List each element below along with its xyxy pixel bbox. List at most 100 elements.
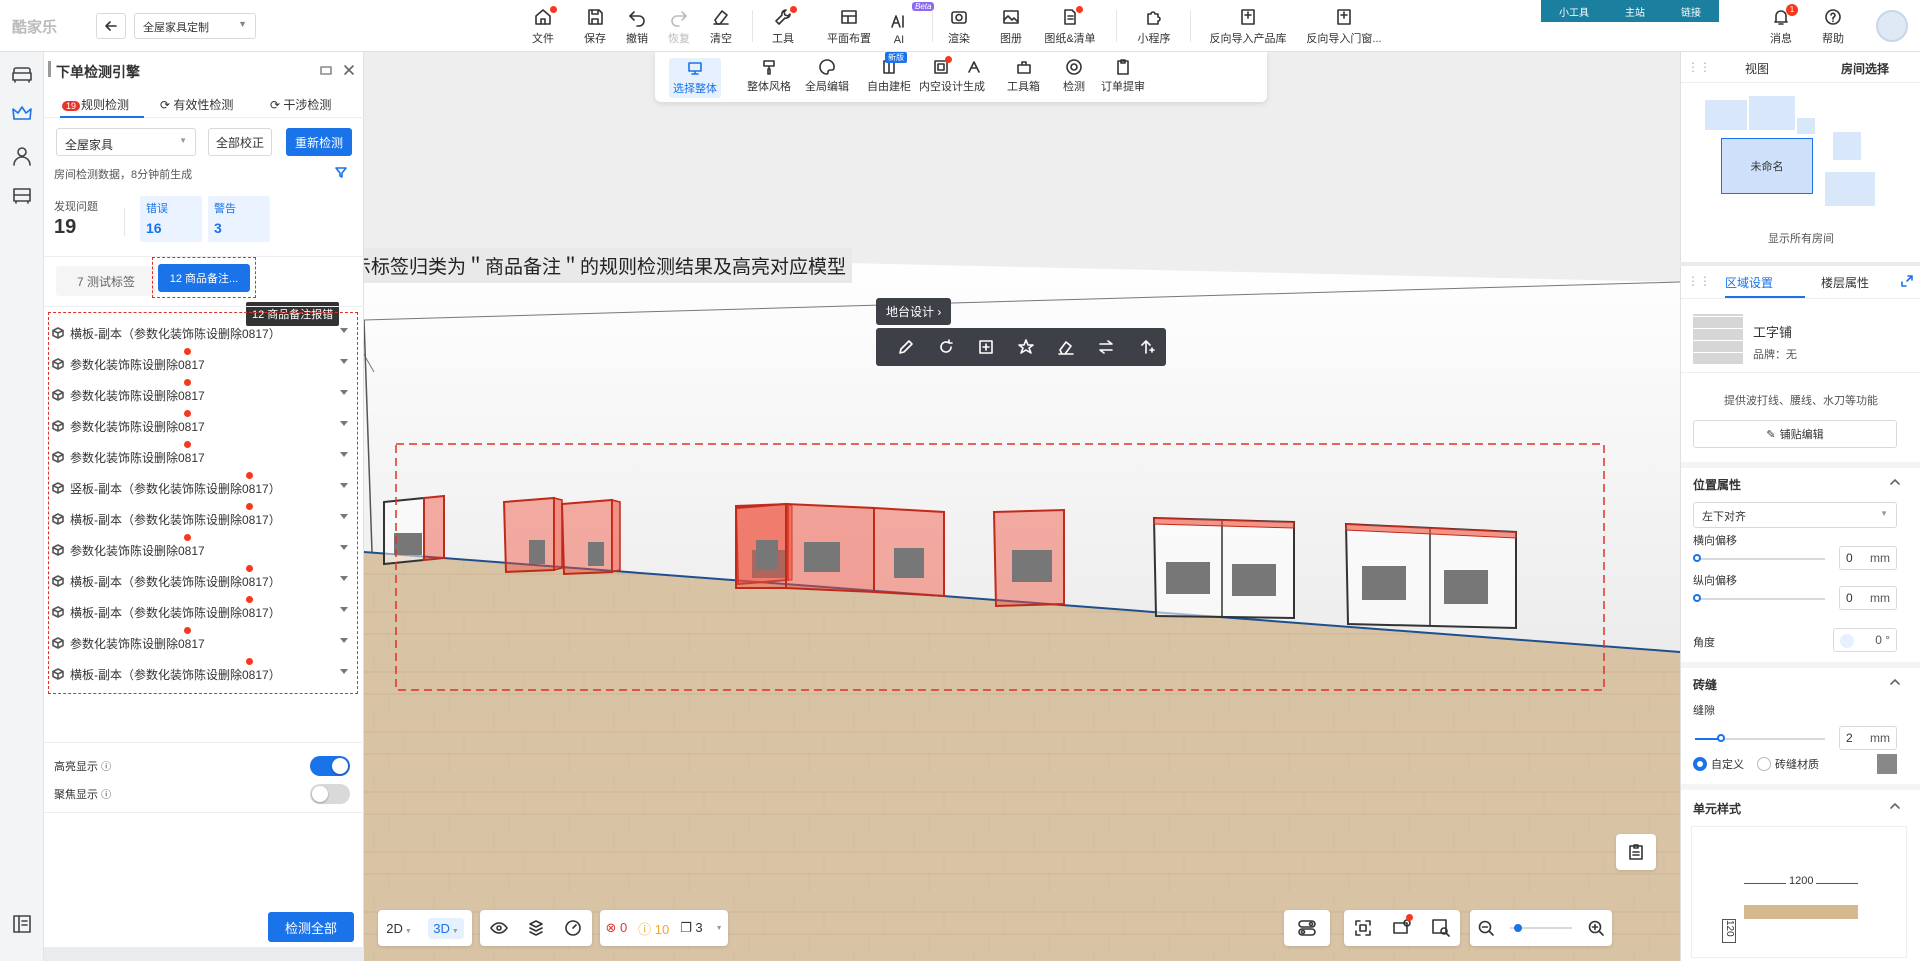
project-select[interactable]: 全屋家具定制 ▼ [134,13,256,39]
focus-toggle[interactable] [310,784,350,804]
room-thumb[interactable] [1797,118,1815,134]
room-thumb[interactable] [1825,172,1875,206]
chevron-down-icon[interactable] [340,421,348,426]
filter-icon[interactable] [334,165,348,179]
chevron-down-icon[interactable] [340,483,348,488]
subtool-select-whole[interactable]: 选择整体 [669,58,721,98]
gauge-icon[interactable] [564,919,582,937]
drag-handle[interactable]: ⋮⋮ [1687,60,1711,74]
gap-slider[interactable] [1695,734,1825,742]
h-offset-slider[interactable] [1693,554,1825,562]
panel-toggle-icon[interactable] [10,912,34,936]
zoom-slider[interactable] [1509,924,1572,932]
flip-icon[interactable] [1097,338,1115,356]
view-2d-button[interactable]: 2D ▼ [386,921,412,936]
cabinet-3[interactable] [560,498,621,576]
main-site-link[interactable]: 主站 [1621,2,1649,21]
chevron-down-icon[interactable] [340,390,348,395]
chevron-down-icon[interactable] [340,607,348,612]
toolbar-layout[interactable]: 平面布置 [822,6,876,46]
check-all-button[interactable]: 检测全部 [268,912,354,942]
subtool-inspect[interactable]: 检测 [1063,58,1085,94]
cabinet-9[interactable] [1344,522,1517,630]
chevron-up-icon[interactable] [1889,476,1901,488]
mini-tool-link[interactable]: 小工具 [1555,2,1593,21]
toolbar-drawings[interactable]: 图纸&清单 [1040,6,1100,46]
tab-interference-check[interactable]: ⟳ 干涉检测 [270,96,331,113]
h-offset-input[interactable]: 0 mm [1839,546,1897,570]
angle-input[interactable]: 0 ° [1833,628,1897,652]
expand-icon[interactable] [1901,275,1913,287]
v-offset-input[interactable]: 0 mm [1839,586,1897,610]
cabinet-6[interactable] [735,502,945,598]
chevron-down-icon[interactable] [340,514,348,519]
chevron-down-icon[interactable] [340,545,348,550]
tab-rule-check[interactable]: 19 规则检测 [62,96,129,113]
zoom-slider-knob[interactable] [1513,924,1522,932]
tab-room-select[interactable]: 房间选择 [1841,60,1889,77]
chevron-down-icon[interactable] [340,452,348,457]
material-thumbnail[interactable] [1693,314,1743,364]
eraser-icon[interactable] [1057,338,1075,356]
toolbar-miniprogram[interactable]: 小程序 [1134,6,1174,46]
error-stat[interactable]: 错误 16 [140,196,202,242]
star-icon[interactable] [1017,338,1035,356]
chevron-down-icon[interactable] [340,328,348,333]
scope-select[interactable]: 全屋家具 ▼ [56,128,196,156]
rotate-icon[interactable] [937,338,955,356]
toggle-settings-icon[interactable] [1297,919,1317,937]
room-thumb[interactable] [1749,96,1795,130]
drag-handle[interactable]: ⋮⋮ [1687,274,1711,288]
subtool-inner-design[interactable]: 内空设计 [919,56,963,94]
crown-icon[interactable] [10,102,34,126]
zoom-in-icon[interactable] [1587,919,1605,937]
tile-edit-button[interactable]: ✎ 铺贴编辑 [1693,420,1897,448]
cabinet-icon[interactable] [10,184,34,208]
room-thumb[interactable] [1705,100,1747,130]
toolbar-render[interactable]: 渲染 [944,6,974,46]
show-all-rooms-link[interactable]: 显示所有房间 [1681,230,1920,246]
room-thumb[interactable] [1833,132,1861,160]
tab-view[interactable]: 视图 [1745,60,1769,77]
user-icon[interactable] [10,144,34,168]
lift-icon[interactable] [1137,338,1155,356]
view-3d-button[interactable]: 3D ▼ [428,917,464,939]
zoom-out-icon[interactable] [1477,919,1495,937]
zoom-region-icon[interactable] [1431,918,1451,938]
toolbar-import-door[interactable]: 反向导入门窗... [1302,6,1386,46]
cabinet-7[interactable] [992,508,1065,608]
cabinet-1[interactable] [383,494,445,566]
toolbar-clear[interactable]: 清空 [706,6,736,46]
toolbar-tools[interactable]: 工具 [768,6,798,46]
camera-settings-button[interactable] [1392,913,1413,940]
radio-gap-material[interactable]: 砖缝材质 [1757,756,1819,772]
close-icon[interactable] [342,63,356,77]
recheck-button[interactable]: 重新检测 [286,128,352,156]
v-offset-slider[interactable] [1693,594,1825,602]
subtool-order-review[interactable]: 订单提审 [1101,58,1145,94]
clipboard-button[interactable] [1616,834,1656,870]
add-copy-icon[interactable] [977,338,995,356]
chevron-up-icon[interactable] [1889,800,1901,812]
drag-handle[interactable] [48,61,51,77]
toolbar-redo[interactable]: 恢复 [664,6,694,46]
share-link[interactable]: 链接 [1677,2,1705,21]
gap-color-swatch[interactable] [1877,754,1897,774]
avatar[interactable] [1876,10,1908,42]
cabinet-2[interactable] [502,496,563,574]
minimize-icon[interactable] [320,64,332,76]
help-button[interactable]: 帮助 [1818,6,1848,46]
fit-view-icon[interactable] [1353,918,1373,938]
3d-viewport[interactable]: 选择整体 整体风格 全局编辑 自由建柜 新版 内空设计 生成 工具箱 检测 订单提审 仅显示标签归… [364,52,1680,961]
toolbar-save[interactable]: 保存 [580,6,610,46]
fix-all-button[interactable]: 全部校正 [208,128,272,156]
toolbar-ai[interactable]: AI Beta [884,2,935,46]
check-summary[interactable]: ⊗ 0 ⓘ 10 ❐ 3 ▼ [600,910,728,946]
tag-test[interactable]: 7 测试标签 [56,266,156,296]
subtool-overall-style[interactable]: 整体风格 [747,58,791,94]
toolbar-import-product[interactable]: 反向导入产品库 [1206,6,1290,46]
tab-area-settings[interactable]: 区域设置 [1725,274,1773,291]
room-unnamed[interactable]: 未命名 [1721,138,1813,194]
sofa-icon[interactable] [10,62,34,86]
subtool-generate[interactable]: 生成 [963,58,985,94]
